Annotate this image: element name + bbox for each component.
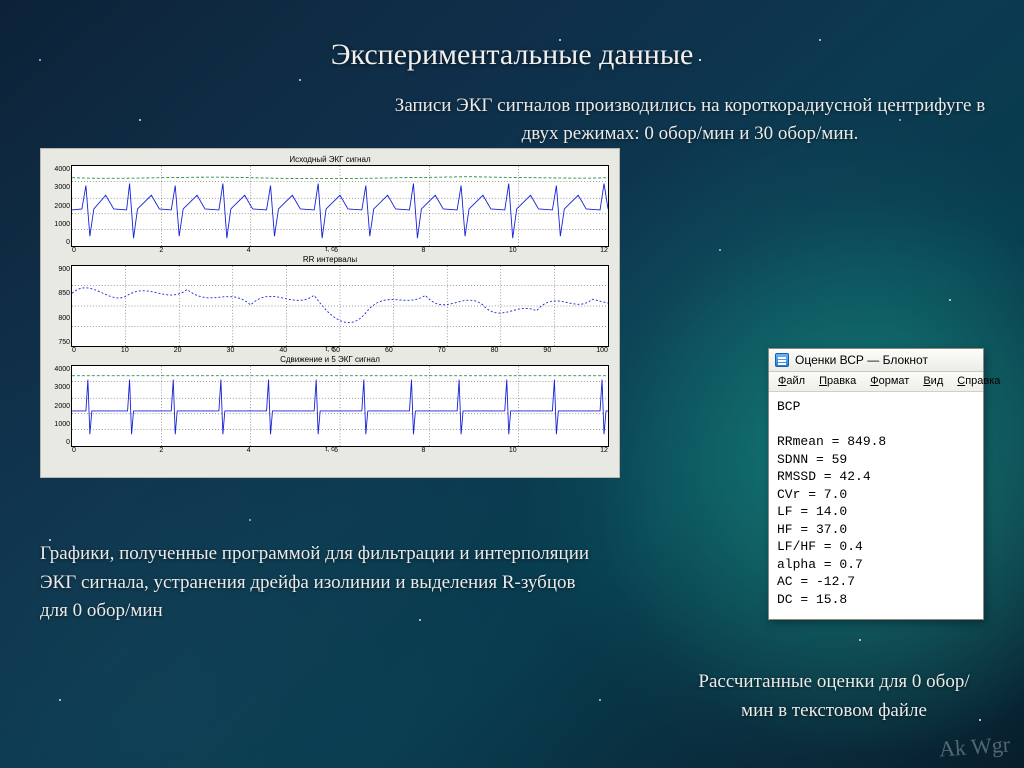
plot3-yticks: 4000 3000 2000 1000 0 — [48, 366, 70, 446]
slide-subtitle: Записи ЭКГ сигналов производились на кор… — [390, 92, 990, 147]
plot1-title: Исходный ЭКГ сигнал — [47, 155, 613, 164]
notepad-title: Оценки ВСР — Блокнот — [795, 353, 928, 367]
menu-edit[interactable]: Правка — [814, 374, 861, 388]
plot2-yticks: 900 850 800 750 — [48, 266, 70, 346]
menu-help[interactable]: Справка — [952, 374, 1005, 388]
plot2-title: RR интервалы — [47, 255, 613, 264]
notepad-caption: Рассчитанные оценки для 0 обор/мин в тек… — [684, 668, 984, 725]
author-signature: Ak Wgr — [938, 732, 1011, 763]
plot3-ecg-filtered: 4000 3000 2000 1000 0 0 2 4 6 8 10 12 — [71, 365, 609, 447]
plot2-xticks: 0 10 20 30 40 50 60 70 80 90 100 — [72, 347, 608, 356]
slide-title: Экспериментальные данные — [0, 38, 1024, 72]
notepad-titlebar[interactable]: Оценки ВСР — Блокнот — [769, 349, 983, 372]
plot3-title: Сдвижение и 5 ЭКГ сигнал — [47, 355, 613, 364]
figure-caption: Графики, полученные программой для фильт… — [40, 540, 600, 626]
matlab-figure: Исходный ЭКГ сигнал 4000 3000 2000 1000 … — [40, 148, 620, 478]
plot1-ecg-raw: 4000 3000 2000 1000 0 0 2 4 6 8 10 12 — [71, 165, 609, 247]
notepad-window: Оценки ВСР — Блокнот Файл Правка Формат … — [768, 348, 984, 620]
plot1-yticks: 4000 3000 2000 1000 0 — [48, 166, 70, 246]
notepad-menubar: Файл Правка Формат Вид Справка — [769, 372, 983, 392]
notepad-textarea[interactable]: ВСР RRmean = 849.8 SDNN = 59 RMSSD = 42.… — [769, 392, 983, 619]
plot3-xticks: 0 2 4 6 8 10 12 — [72, 447, 608, 456]
plot1-xticks: 0 2 4 6 8 10 12 — [72, 247, 608, 256]
notepad-icon — [775, 353, 789, 367]
plot2-rr-intervals: 900 850 800 750 0 10 20 30 40 50 60 70 8… — [71, 265, 609, 347]
menu-view[interactable]: Вид — [918, 374, 948, 388]
menu-file[interactable]: Файл — [773, 374, 810, 388]
menu-format[interactable]: Формат — [865, 374, 914, 388]
